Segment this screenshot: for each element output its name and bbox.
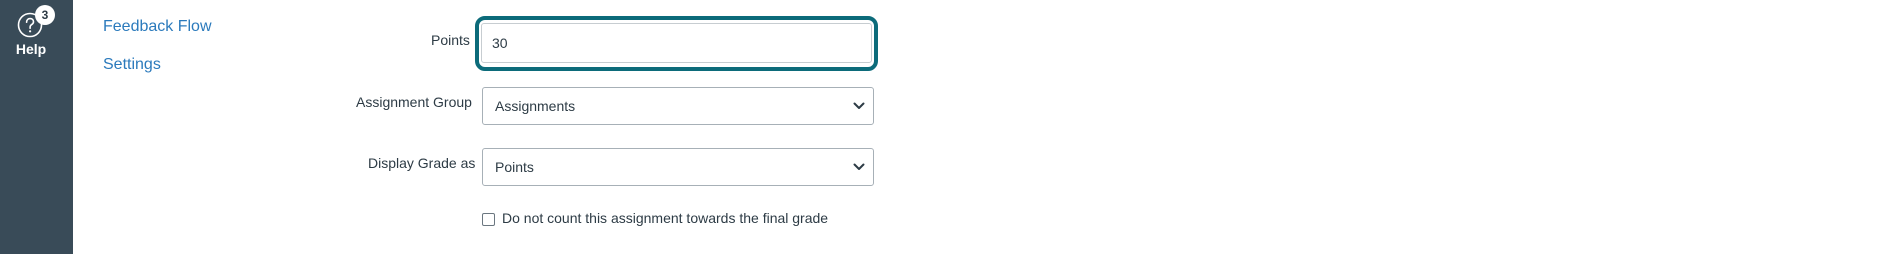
display-grade-as-label: Display Grade as [368,155,476,171]
assignment-group-label: Assignment Group [356,94,472,110]
assignment-group-selected-value: Assignments [495,98,576,114]
help-badge-count: 3 [35,5,55,25]
help-label: Help [15,41,47,57]
display-grade-as-select[interactable]: Points [482,148,874,186]
feedback-flow-link[interactable]: Feedback Flow [103,18,212,36]
help-nav-item[interactable]: 3 Help [0,0,73,62]
display-grade-as-selected-value: Points [495,159,534,175]
global-nav: 3 Help [0,0,73,254]
assignment-group-select[interactable]: Assignments [482,87,874,125]
omit-from-final-grade-checkbox[interactable] [482,213,495,226]
omit-from-final-grade-label[interactable]: Do not count this assignment towards the… [502,210,828,226]
settings-link[interactable]: Settings [103,56,161,74]
points-input[interactable] [481,23,872,63]
points-label: Points [431,32,470,48]
chevron-down-icon [853,163,865,170]
chevron-down-icon [853,102,865,109]
